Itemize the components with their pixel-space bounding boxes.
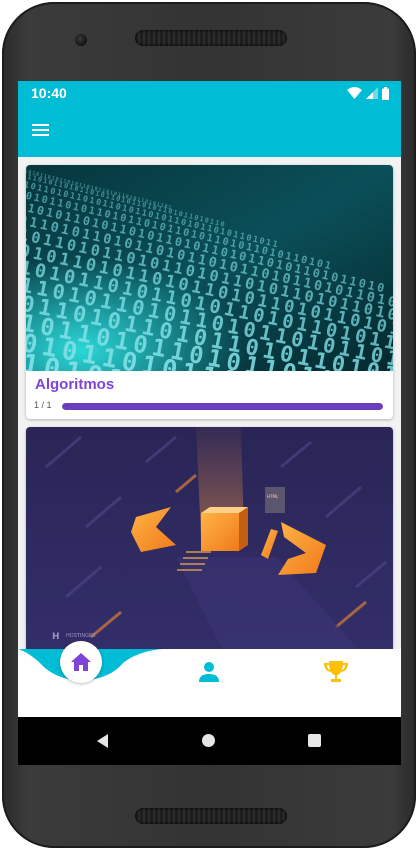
course-list[interactable]: 0110101101011010110101101011010110101101… [18,157,401,649]
device-screen: 10:40 0110101101011010110101101011010110… [18,81,401,765]
course-card[interactable]: HTML H HOSTINGER [26,427,393,649]
recents-square-icon[interactable] [308,734,321,747]
bottom-navigation [18,641,401,717]
top-speaker [135,30,287,46]
home-circle-icon[interactable] [202,734,215,747]
hamburger-menu-icon[interactable] [32,121,54,141]
status-time: 10:40 [31,85,67,101]
trophy-icon[interactable] [323,659,349,685]
binary-digits-illustration: 0110101101011010110101101011010110101101… [26,165,393,371]
bottom-speaker [135,808,287,824]
person-icon[interactable] [197,660,221,684]
progress-text: 1 / 1 [34,400,52,410]
app-bar [18,105,401,157]
wifi-icon [347,87,362,99]
progress-bar [62,403,383,410]
progress-fill [62,403,383,410]
code-brackets-illustration: HTML H HOSTINGER [26,427,393,649]
course-title: Algoritmos [35,376,115,393]
back-icon[interactable] [95,734,109,748]
course-card[interactable]: 0110101101011010110101101011010110101101… [26,165,393,419]
svg-text:HTML: HTML [267,494,279,499]
status-icons [347,86,389,100]
front-camera [75,34,87,46]
watermark-text: HOSTINGER [66,633,96,639]
svg-text:H: H [52,632,60,642]
home-icon [71,653,91,671]
status-bar: 10:40 [18,81,401,105]
cell-signal-icon [366,87,378,99]
battery-icon [382,86,389,100]
nav-home-button[interactable] [60,641,102,683]
system-navigation-bar [18,717,401,765]
